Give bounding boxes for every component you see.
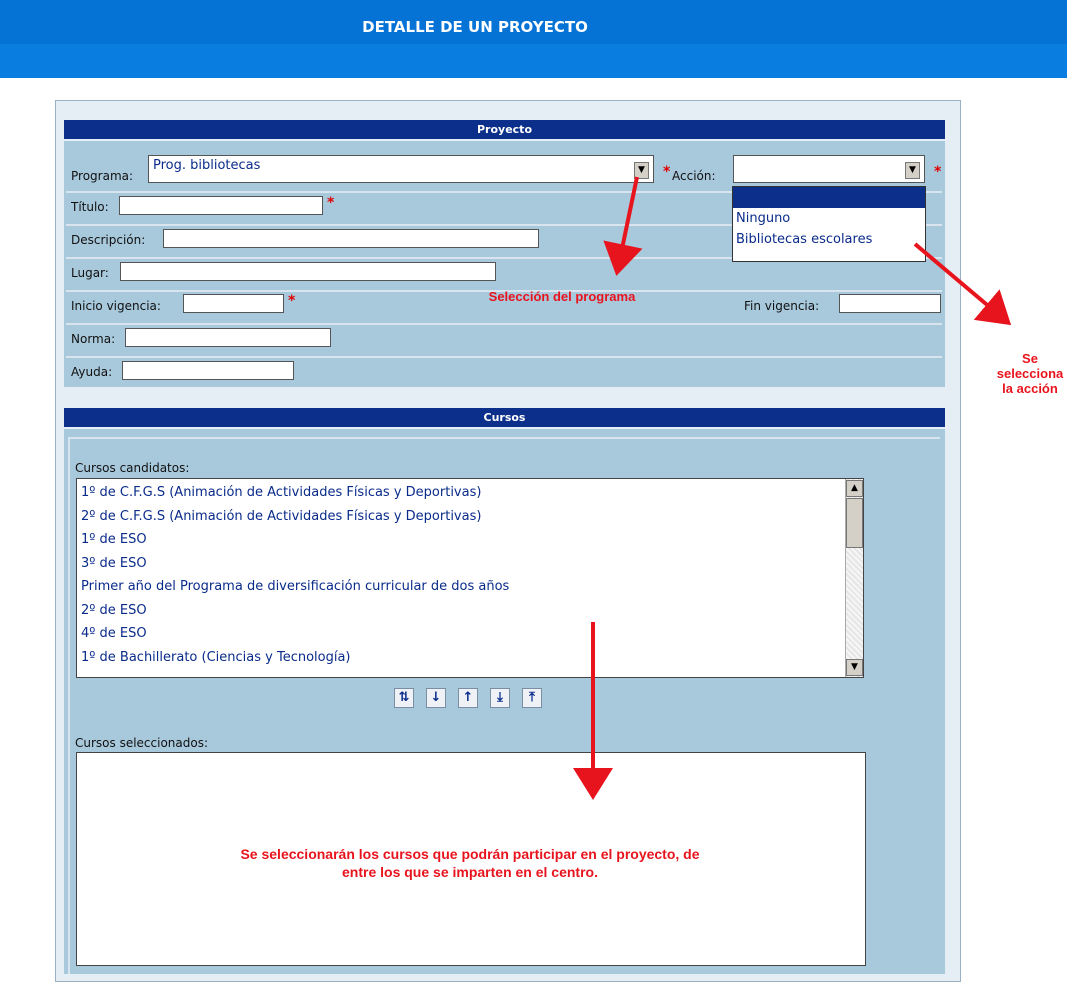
inicio-required-mark: * <box>288 293 296 309</box>
fin-vigencia-label: Fin vigencia: <box>744 299 820 313</box>
list-item[interactable]: 1º de ESO <box>77 528 863 552</box>
list-item[interactable]: Primer año del Programa de diversificaci… <box>77 575 863 599</box>
descripcion-label: Descripción: <box>71 233 146 247</box>
norma-field[interactable] <box>125 328 331 347</box>
titulo-label: Título: <box>71 200 109 214</box>
accion-option-bibliotecas[interactable]: Bibliotecas escolares <box>733 229 925 250</box>
accion-label: Acción: <box>672 169 716 183</box>
cursos-annotation: Se seleccionarán los cursos que podrán p… <box>120 845 820 881</box>
lugar-label: Lugar: <box>71 266 109 280</box>
candidatos-listbox[interactable]: 1º de C.F.G.S (Animación de Actividades … <box>76 478 864 678</box>
programa-required-mark: * <box>663 164 671 180</box>
swap-icon[interactable]: ⇅ <box>394 688 414 708</box>
accion-select[interactable] <box>733 155 925 183</box>
list-item[interactable]: 2º de C.F.G.S (Animación de Actividades … <box>77 505 863 529</box>
accion-annotation-line3: la acción <box>1002 381 1058 396</box>
programa-annotation: Selección del programa <box>488 289 636 304</box>
list-item[interactable]: 3º de ESO <box>77 552 863 576</box>
lugar-field[interactable] <box>120 262 496 281</box>
list-item[interactable]: 1º de C.F.G.S (Animación de Actividades … <box>77 481 863 505</box>
programa-label: Programa: <box>71 169 134 183</box>
cursos-annotation-line2: entre los que se imparten en el centro. <box>342 864 598 880</box>
descripcion-field[interactable] <box>163 229 539 248</box>
scroll-thumb[interactable] <box>846 498 863 548</box>
list-item[interactable]: 2º de ESO <box>77 599 863 623</box>
candidatos-label: Cursos candidatos: <box>75 461 190 475</box>
inicio-vigencia-field[interactable] <box>183 294 284 313</box>
titulo-field[interactable] <box>119 196 323 215</box>
norma-label: Norma: <box>71 332 116 346</box>
accion-dropdown-icon[interactable]: ▼ <box>905 162 920 179</box>
ayuda-field[interactable] <box>122 361 294 380</box>
scroll-down-icon[interactable]: ▼ <box>846 659 863 676</box>
accion-annotation-line2: selecciona <box>996 366 1064 381</box>
move-down-icon[interactable]: ↓ <box>426 688 446 708</box>
ayuda-label: Ayuda: <box>71 365 113 379</box>
cursos-header: Cursos <box>64 408 945 427</box>
page-title: DETALLE DE UN PROYECTO <box>362 18 588 36</box>
move-up-icon[interactable]: ↑ <box>458 688 478 708</box>
seleccionados-label: Cursos seleccionados: <box>75 736 209 750</box>
list-item[interactable]: 1º de Bachillerato (Ciencias y Tecnologí… <box>77 646 863 670</box>
cursos-annotation-line1: Se seleccionarán los cursos que podrán p… <box>240 846 700 862</box>
move-all-up-icon[interactable]: ⤒ <box>522 688 542 708</box>
accion-required-mark: * <box>934 164 942 180</box>
accion-annotation-line1: Se <box>1022 351 1038 366</box>
inicio-vigencia-label: Inicio vigencia: <box>71 299 161 313</box>
proyecto-header: Proyecto <box>64 120 945 139</box>
titulo-required-mark: * <box>327 195 335 211</box>
programa-dropdown-icon[interactable]: ▼ <box>634 162 649 179</box>
move-all-down-icon[interactable]: ⤓ <box>490 688 510 708</box>
programa-select[interactable]: Prog. bibliotecas <box>148 155 654 183</box>
candidatos-scrollbar[interactable]: ▲ ▼ <box>845 479 863 677</box>
list-item[interactable]: 4º de ESO <box>77 622 863 646</box>
accion-option-empty[interactable] <box>733 187 925 208</box>
accion-option-ninguno[interactable]: Ninguno <box>733 208 925 229</box>
scroll-up-icon[interactable]: ▲ <box>846 480 863 497</box>
accion-annotation: Se selecciona la acción <box>990 351 1067 396</box>
accion-dropdown-list[interactable]: Ninguno Bibliotecas escolares <box>732 186 926 262</box>
fin-vigencia-field[interactable] <box>839 294 941 313</box>
